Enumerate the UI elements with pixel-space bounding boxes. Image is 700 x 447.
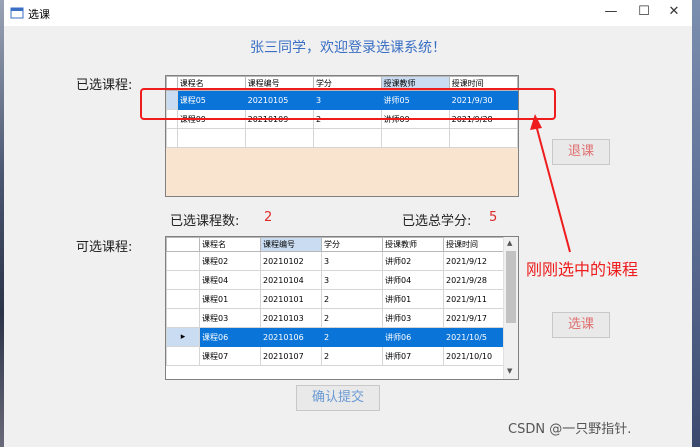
cell-credits[interactable]: 2 bbox=[321, 327, 383, 347]
empty-cell[interactable] bbox=[448, 128, 518, 148]
cell-course-id[interactable]: 20210106 bbox=[260, 327, 322, 347]
vertical-scrollbar[interactable]: ▲ ▼ bbox=[503, 237, 518, 379]
cell-teacher[interactable]: 讲师07 bbox=[382, 346, 444, 366]
total-credits-value: 5 bbox=[489, 210, 498, 225]
table-row[interactable]: 课程03 20210103 2 讲师03 2021/9/17 bbox=[166, 308, 505, 328]
cell-time[interactable]: 2021/9/11 bbox=[443, 289, 505, 309]
current-row-indicator-icon[interactable]: ▸ bbox=[166, 327, 200, 347]
selected-count-value: 2 bbox=[264, 210, 273, 225]
course-selection-window: 选课 — ☐ ✕ 张三同学，欢迎登录选课系统！ 已选课程: 课程名 课程编号 学… bbox=[4, 0, 692, 447]
scroll-down-icon[interactable]: ▼ bbox=[507, 367, 512, 375]
maximize-button[interactable]: ☐ bbox=[630, 0, 658, 26]
column-header-teacher[interactable]: 授课教师 bbox=[382, 237, 444, 252]
cell-course-id[interactable]: 20210107 bbox=[260, 346, 322, 366]
cell-credits[interactable]: 3 bbox=[321, 251, 383, 271]
app-icon bbox=[10, 7, 24, 19]
header-row: 课程名 课程编号 学分 授课教师 授课时间 bbox=[166, 237, 505, 252]
cell-time[interactable]: 2021/9/28 bbox=[443, 270, 505, 290]
cell-teacher[interactable]: 讲师02 bbox=[382, 251, 444, 271]
title-bar[interactable]: 选课 — ☐ ✕ bbox=[4, 0, 692, 26]
cell-credits[interactable]: 2 bbox=[321, 308, 383, 328]
cell-course-name[interactable]: 课程03 bbox=[199, 308, 261, 328]
cell-credits[interactable]: 2 bbox=[321, 346, 383, 366]
new-row[interactable] bbox=[166, 128, 518, 148]
table-row[interactable]: 课程01 20210101 2 讲师01 2021/9/11 bbox=[166, 289, 505, 309]
cell-time[interactable]: 2021/9/17 bbox=[443, 308, 505, 328]
empty-cell[interactable] bbox=[244, 128, 314, 148]
watermark: CSDN @一只野指针. bbox=[508, 422, 632, 437]
cell-teacher[interactable]: 讲师01 bbox=[382, 289, 444, 309]
annotation-highlight-box bbox=[140, 88, 556, 120]
row-header-corner bbox=[166, 237, 200, 252]
table-row[interactable]: ▸ 课程06 20210106 2 讲师06 2021/10/5 bbox=[166, 327, 505, 347]
cell-time[interactable]: 2021/10/5 bbox=[443, 327, 505, 347]
empty-cell[interactable] bbox=[176, 128, 246, 148]
cell-course-name[interactable]: 课程06 bbox=[199, 327, 261, 347]
available-courses-table: 课程名 课程编号 学分 授课教师 授课时间 课程02 20210102 3 讲师… bbox=[166, 237, 505, 366]
total-credits-label: 已选总学分: bbox=[402, 214, 472, 229]
cell-time[interactable]: 2021/9/12 bbox=[443, 251, 505, 271]
table-row[interactable]: 课程04 20210104 3 讲师04 2021/9/28 bbox=[166, 270, 505, 290]
cell-teacher[interactable]: 讲师03 bbox=[382, 308, 444, 328]
cell-credits[interactable]: 2 bbox=[321, 289, 383, 309]
cell-course-id[interactable]: 20210104 bbox=[260, 270, 322, 290]
row-header[interactable] bbox=[166, 270, 200, 290]
available-courses-grid[interactable]: 课程名 课程编号 学分 授课教师 授课时间 课程02 20210102 3 讲师… bbox=[165, 236, 519, 380]
row-header[interactable] bbox=[166, 128, 178, 148]
table-row[interactable]: 课程02 20210102 3 讲师02 2021/9/12 bbox=[166, 251, 505, 271]
selected-count-label: 已选课程数: bbox=[170, 214, 240, 229]
cell-course-id[interactable]: 20210103 bbox=[260, 308, 322, 328]
cell-teacher[interactable]: 讲师06 bbox=[382, 327, 444, 347]
welcome-greeting: 张三同学，欢迎登录选课系统！ bbox=[250, 40, 446, 56]
confirm-submit-button[interactable]: 确认提交 bbox=[296, 385, 380, 411]
cell-course-name[interactable]: 课程04 bbox=[199, 270, 261, 290]
column-header-credits[interactable]: 学分 bbox=[321, 237, 383, 252]
scroll-thumb[interactable] bbox=[506, 251, 516, 323]
table-row[interactable]: 课程07 20210107 2 讲师07 2021/10/10 bbox=[166, 346, 505, 366]
desktop-edge-right bbox=[692, 0, 700, 447]
column-header-time[interactable]: 授课时间 bbox=[443, 237, 505, 252]
cell-course-name[interactable]: 课程01 bbox=[199, 289, 261, 309]
cell-credits[interactable]: 3 bbox=[321, 270, 383, 290]
empty-cell[interactable] bbox=[312, 128, 382, 148]
cell-course-id[interactable]: 20210101 bbox=[260, 289, 322, 309]
minimize-button[interactable]: — bbox=[597, 0, 625, 26]
cell-course-id[interactable]: 20210102 bbox=[260, 251, 322, 271]
window-title: 选课 bbox=[28, 8, 50, 21]
row-header[interactable] bbox=[166, 308, 200, 328]
column-header-course-id[interactable]: 课程编号 bbox=[260, 237, 322, 252]
annotation-text: 刚刚选中的课程 bbox=[526, 260, 639, 279]
cell-course-name[interactable]: 课程07 bbox=[199, 346, 261, 366]
row-header[interactable] bbox=[166, 346, 200, 366]
cell-teacher[interactable]: 讲师04 bbox=[382, 270, 444, 290]
scroll-up-icon[interactable]: ▲ bbox=[507, 239, 512, 247]
cell-time[interactable]: 2021/10/10 bbox=[443, 346, 505, 366]
selected-courses-label: 已选课程: bbox=[76, 78, 133, 93]
row-header[interactable] bbox=[166, 289, 200, 309]
row-header[interactable] bbox=[166, 251, 200, 271]
cell-course-name[interactable]: 课程02 bbox=[199, 251, 261, 271]
available-courses-label: 可选课程: bbox=[76, 240, 133, 255]
empty-cell[interactable] bbox=[380, 128, 450, 148]
close-button[interactable]: ✕ bbox=[660, 0, 688, 26]
drop-course-button[interactable]: 退课 bbox=[552, 139, 610, 165]
column-header-course-name[interactable]: 课程名 bbox=[199, 237, 261, 252]
choose-course-button[interactable]: 选课 bbox=[552, 312, 610, 338]
